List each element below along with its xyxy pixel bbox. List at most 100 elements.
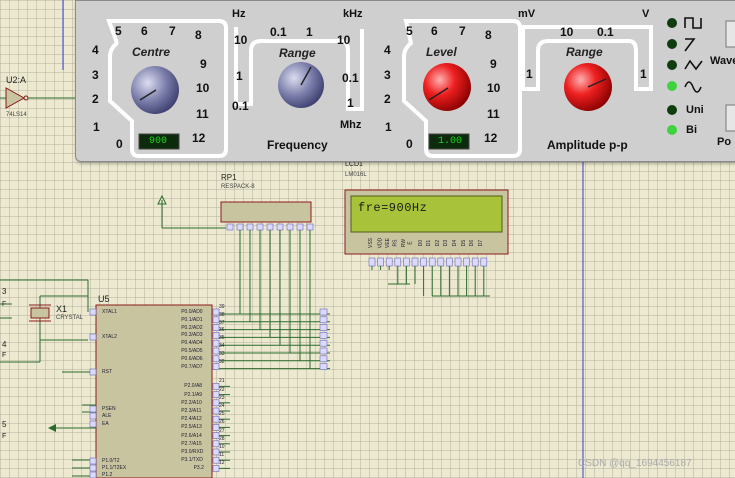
centre-display-value: 900 bbox=[149, 136, 168, 147]
u5-pin-label: P2.0/A8 bbox=[184, 383, 203, 390]
u5-pin-label: ALE bbox=[102, 413, 112, 419]
rp1-pin bbox=[276, 223, 284, 231]
centre-scale-11: 11 bbox=[196, 107, 209, 121]
level-display-value: 1.00 bbox=[438, 136, 463, 147]
lcd-pin-marker bbox=[394, 257, 402, 267]
level-scale-5: 5 bbox=[406, 24, 413, 38]
level-scale-6: 6 bbox=[431, 24, 438, 38]
net-label bbox=[319, 308, 328, 316]
lcd-pin-label: D3 bbox=[443, 239, 450, 247]
centre-scale-12: 12 bbox=[192, 131, 206, 145]
triangle-wave-icon[interactable] bbox=[684, 59, 703, 71]
unit-mv: mV bbox=[518, 8, 536, 20]
u5-label: U5 bbox=[98, 294, 110, 304]
u5-pin-marker bbox=[89, 471, 97, 478]
centre-label: Centre bbox=[132, 45, 171, 59]
level-scale-7: 7 bbox=[459, 24, 466, 38]
level-scale-0: 0 bbox=[406, 137, 413, 151]
wave-square-led bbox=[667, 18, 677, 28]
lcd-display-text: fre=900Hz bbox=[358, 201, 428, 215]
amp-range-label: Range bbox=[566, 45, 603, 59]
wave-sine-led bbox=[667, 81, 677, 91]
level-scale-2: 2 bbox=[384, 92, 391, 106]
u5-pin-number: 38 bbox=[219, 311, 225, 318]
lcd-pin-label: D0 bbox=[417, 239, 424, 247]
net-label bbox=[319, 355, 328, 363]
net-label bbox=[319, 324, 328, 331]
u5-pin-label: P3.1/TXD bbox=[181, 457, 203, 464]
left-fragment-2: F bbox=[2, 301, 7, 308]
wave-button[interactable] bbox=[725, 20, 735, 48]
u5-pin-label: RST bbox=[102, 369, 112, 375]
lcd-pin-label: D4 bbox=[452, 239, 459, 247]
freq-top-10: 10 bbox=[337, 33, 351, 47]
freq-right-01: 0.1 bbox=[342, 71, 359, 85]
sine-wave-icon[interactable] bbox=[684, 81, 702, 93]
u5-pin-number: 37 bbox=[219, 319, 225, 326]
level-scale-9: 9 bbox=[490, 57, 497, 71]
rp1-pin bbox=[256, 223, 264, 231]
lcd-part: LM016L bbox=[345, 172, 367, 178]
lcd-pin-label: VSS bbox=[368, 237, 375, 249]
left-fragment-6: F bbox=[2, 433, 7, 440]
u5-pin-number: 23 bbox=[219, 394, 225, 401]
lcd-pin-marker bbox=[411, 257, 419, 267]
u5-pin-label: P2.1/A9 bbox=[184, 391, 203, 398]
u5-pin-marker bbox=[89, 368, 97, 376]
u5-pin-label: P3.0/RXD bbox=[181, 449, 204, 455]
lcd-ref: LCD1 bbox=[345, 161, 363, 168]
uni-label: Uni bbox=[686, 104, 704, 116]
freq-top-1: 1 bbox=[306, 25, 313, 39]
centre-scale-7: 7 bbox=[169, 24, 176, 38]
level-scale-3: 3 bbox=[384, 68, 391, 82]
centre-scale-8: 8 bbox=[195, 28, 202, 42]
u5-pin-marker bbox=[89, 333, 97, 341]
u5-pin-label: PSEN bbox=[102, 406, 116, 412]
bi-label: Bi bbox=[686, 124, 697, 136]
freq-right-1: 1 bbox=[347, 96, 354, 110]
rp1-pin bbox=[306, 223, 314, 231]
lcd-pin-marker bbox=[454, 257, 462, 267]
centre-scale-1: 1 bbox=[93, 120, 100, 134]
u5-pin-label: P2.2/A10 bbox=[181, 399, 202, 406]
rp1-pin bbox=[286, 223, 294, 231]
lcd-pin-label: E bbox=[407, 241, 414, 245]
rp1-label: RP1 bbox=[221, 173, 237, 182]
u5-pin-number: 39 bbox=[219, 304, 225, 310]
freq-range-label: Range bbox=[279, 46, 316, 60]
lcd-pin-marker bbox=[446, 257, 453, 267]
x1-label: X1 bbox=[56, 304, 68, 314]
u5-pin-label: P0.1/AD1 bbox=[181, 316, 203, 323]
amplitude-label: Amplitude p-p bbox=[547, 138, 628, 152]
bipolar-led bbox=[667, 125, 677, 135]
u5-pin-number: 21 bbox=[219, 378, 225, 385]
polarity-label: Po bbox=[717, 136, 732, 148]
u5-pin-label: P0.2/AD2 bbox=[181, 324, 203, 331]
lcd-pin-marker bbox=[463, 257, 470, 267]
wave-label: Wave bbox=[710, 55, 735, 67]
level-knob[interactable] bbox=[423, 63, 471, 111]
u5-pin-label: XTAL1 bbox=[102, 309, 117, 315]
u5-pin-label: P1.2 bbox=[102, 472, 113, 478]
square-wave-icon[interactable] bbox=[684, 17, 702, 29]
lcd-pin-label: VDD bbox=[376, 237, 383, 249]
unit-mhz: Mhz bbox=[340, 119, 362, 131]
lcd-pin-marker bbox=[471, 257, 479, 267]
polarity-button[interactable] bbox=[725, 104, 735, 132]
freq-left-10: 10 bbox=[234, 33, 248, 47]
watermark: CSDN @qq_1694456187 bbox=[578, 458, 692, 469]
centre-scale-5: 5 bbox=[115, 24, 122, 38]
centre-scale-2: 2 bbox=[92, 92, 99, 106]
u5-pin-label: P0.7/AD7 bbox=[181, 363, 203, 370]
u5-pin-number: 28 bbox=[219, 435, 225, 442]
u5-pin-label: P0.3/AD3 bbox=[181, 332, 203, 339]
level-label: Level bbox=[426, 45, 457, 59]
sawtooth-wave-icon[interactable] bbox=[684, 38, 696, 52]
left-fragment-4: F bbox=[2, 352, 7, 359]
u2-label: U2:A bbox=[6, 75, 27, 85]
u5-pin-number: 36 bbox=[219, 327, 225, 334]
u5-pin-marker bbox=[89, 420, 97, 428]
u5-pin-number: 34 bbox=[219, 343, 225, 349]
u5-pin-label: P0.0/AD0 bbox=[181, 309, 203, 315]
u5-pin-marker bbox=[89, 412, 97, 420]
